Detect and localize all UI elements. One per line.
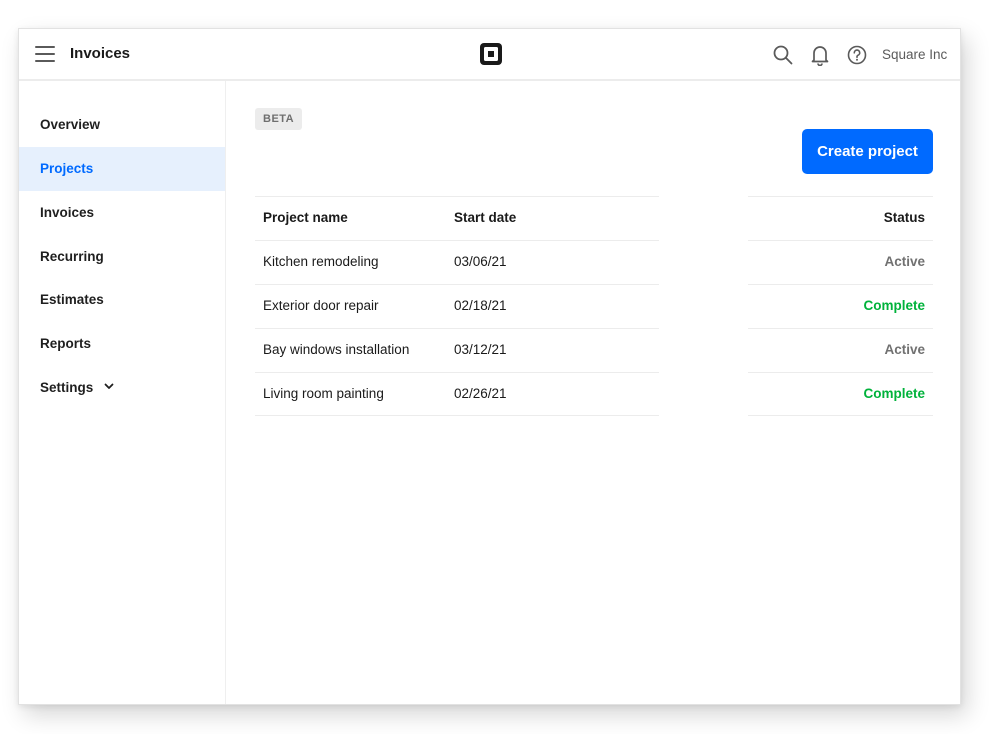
help-icon[interactable] <box>846 44 868 66</box>
chevron-down-icon <box>104 384 114 390</box>
sidebar: Overview Projects Invoices Recurring Est… <box>19 81 226 704</box>
app-window: Invoices Square Inc Overview Projects In… <box>18 28 961 705</box>
bell-icon[interactable] <box>809 44 831 66</box>
status-badge: Active <box>884 342 925 357</box>
search-icon[interactable] <box>772 44 794 66</box>
start-date: 02/18/21 <box>454 298 507 313</box>
app-title: Invoices <box>70 45 131 62</box>
status-badge: Complete <box>863 386 925 401</box>
project-name: Bay windows installation <box>263 342 410 357</box>
table-row[interactable]: Exterior door repair 02/18/21 Complete <box>255 284 933 328</box>
project-name: Exterior door repair <box>263 298 379 313</box>
sidebar-item-label: Recurring <box>40 249 104 264</box>
projects-table: Project name Start date Status Kitchen r… <box>255 196 933 416</box>
status-badge: Active <box>884 254 925 269</box>
sidebar-item-label: Reports <box>40 336 92 351</box>
top-bar: Invoices Square Inc <box>19 29 960 81</box>
sidebar-item-invoices[interactable]: Invoices <box>19 191 225 235</box>
start-date: 03/06/21 <box>454 254 507 269</box>
square-logo-icon[interactable] <box>480 43 502 65</box>
column-header-start-date[interactable]: Start date <box>454 196 516 240</box>
start-date: 03/12/21 <box>454 342 507 357</box>
table-row[interactable]: Kitchen remodeling 03/06/21 Active <box>255 240 933 284</box>
sidebar-item-label: Estimates <box>40 292 104 307</box>
sidebar-item-recurring[interactable]: Recurring <box>19 235 225 279</box>
table-header-row: Project name Start date Status <box>255 196 933 240</box>
sidebar-item-label: Overview <box>40 117 101 132</box>
column-header-project-name[interactable]: Project name <box>263 196 348 240</box>
status-badge: Complete <box>863 298 925 313</box>
column-header-status[interactable]: Status <box>884 196 925 240</box>
sidebar-item-overview[interactable]: Overview <box>19 103 225 147</box>
project-name: Living room painting <box>263 386 384 401</box>
sidebar-item-label: Settings <box>40 380 94 395</box>
account-name[interactable]: Square Inc <box>882 47 947 62</box>
sidebar-item-label: Projects <box>40 161 94 176</box>
sidebar-item-reports[interactable]: Reports <box>19 322 225 366</box>
sidebar-item-settings[interactable]: Settings <box>19 366 225 410</box>
sidebar-item-label: Invoices <box>40 205 95 220</box>
menu-icon[interactable] <box>35 46 55 62</box>
sidebar-item-estimates[interactable]: Estimates <box>19 278 225 322</box>
table-row[interactable]: Living room painting 02/26/21 Complete <box>255 372 933 416</box>
create-project-button[interactable]: Create project <box>802 129 933 174</box>
project-name: Kitchen remodeling <box>263 254 379 269</box>
sidebar-item-projects[interactable]: Projects <box>19 147 225 191</box>
start-date: 02/26/21 <box>454 386 507 401</box>
beta-badge: BETA <box>255 108 303 130</box>
main-content: BETA Create project Project name Start d… <box>226 81 960 704</box>
table-row[interactable]: Bay windows installation 03/12/21 Active <box>255 328 933 372</box>
